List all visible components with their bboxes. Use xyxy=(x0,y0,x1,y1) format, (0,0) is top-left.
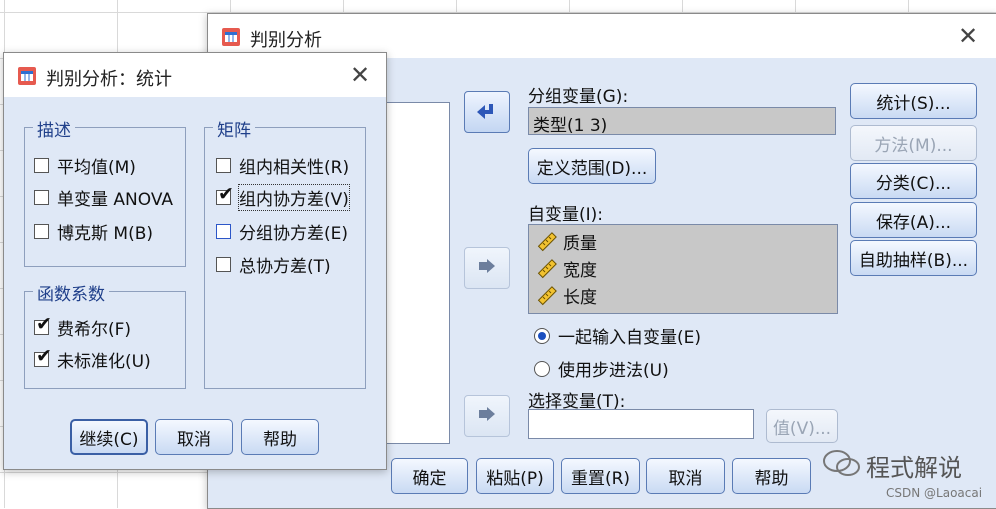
spss-dialog-icon xyxy=(222,28,240,46)
within-correlation-checkbox[interactable]: 组内相关性(R) xyxy=(216,153,349,178)
checkbox-icon: ✔ xyxy=(34,315,52,335)
paste-button[interactable]: 粘贴(P) xyxy=(476,458,554,494)
wechat-icon xyxy=(823,450,860,476)
coef-legend: 函数系数 xyxy=(33,280,109,305)
checkmark-icon: ✔ xyxy=(36,313,52,335)
separate-covariance-checkbox[interactable]: 分组协方差(E) xyxy=(216,219,348,244)
title-bar: 判别分析：统计 ✕ xyxy=(4,53,386,97)
total-covariance-checkbox[interactable]: 总协方差(T) xyxy=(216,252,331,277)
close-icon[interactable]: ✕ xyxy=(350,63,370,87)
arrow-left-icon xyxy=(477,104,493,119)
variable-name: 宽度 xyxy=(563,261,597,281)
dialog-title: 判别分析 xyxy=(250,30,322,51)
continue-button[interactable]: 继续(C) xyxy=(70,419,148,455)
bootstrap-button[interactable]: 自助抽样(B)... xyxy=(850,240,977,276)
stepwise-radio[interactable]: 使用步进法(U) xyxy=(534,356,669,381)
grouping-variable-value: 类型(1 3) xyxy=(533,116,608,136)
checkbox-icon xyxy=(216,224,231,239)
mean-label: 平均值(M) xyxy=(57,158,136,178)
statistics-dialog: 判别分析：统计 ✕ 描述 平均值(M) 单变量 ANOVA 博克斯 M(B) 函… xyxy=(3,52,387,470)
enter-together-radio[interactable]: 一起输入自变量(E) xyxy=(534,323,701,348)
save-button[interactable]: 保存(A)... xyxy=(850,202,977,238)
box-m-label: 博克斯 M(B) xyxy=(57,224,153,244)
variable-name: 长度 xyxy=(563,288,597,308)
ruler-scale-icon xyxy=(537,231,557,251)
unstandardized-checkbox[interactable]: ✔ 未标准化(U) xyxy=(34,347,151,372)
variable-name: 质量 xyxy=(563,234,597,254)
within-covariance-checkbox[interactable]: ✔ 组内协方差(V) xyxy=(216,184,350,211)
fisher-label: 费希尔(F) xyxy=(57,320,132,340)
close-icon[interactable]: ✕ xyxy=(958,24,978,48)
stepwise-label: 使用步进法(U) xyxy=(558,361,669,381)
within-covariance-label: 组内协方差(V) xyxy=(238,184,350,211)
move-independent-button[interactable] xyxy=(464,247,510,289)
help-button[interactable]: 帮助 xyxy=(241,419,319,455)
checkbox-icon: ✔ xyxy=(34,347,52,367)
independent-variables-label: 自变量(I): xyxy=(528,205,604,225)
independent-variables-list[interactable]: 质量 宽度 长度 xyxy=(528,224,838,314)
enter-together-label: 一起输入自变量(E) xyxy=(558,328,702,348)
radio-empty-icon xyxy=(534,360,550,377)
watermark-source: CSDN @Laoacai xyxy=(886,486,983,500)
arrow-right-icon xyxy=(479,259,495,273)
separate-covariance-label: 分组协方差(E) xyxy=(239,224,349,244)
cancel-button[interactable]: 取消 xyxy=(646,458,725,494)
watermark-brand: 程式解说 xyxy=(866,454,962,482)
unstandardized-label: 未标准化(U) xyxy=(57,352,151,372)
checkbox-icon xyxy=(34,224,49,239)
move-selection-button[interactable] xyxy=(464,395,510,437)
statistics-button[interactable]: 统计(S)... xyxy=(850,83,977,119)
univariate-anova-checkbox[interactable]: 单变量 ANOVA xyxy=(34,185,173,210)
arrow-right-icon xyxy=(479,407,495,421)
list-item[interactable]: 宽度 xyxy=(537,256,597,281)
box-m-checkbox[interactable]: 博克斯 M(B) xyxy=(34,219,153,244)
ruler-scale-icon xyxy=(537,285,557,305)
matrix-legend: 矩阵 xyxy=(213,116,255,141)
dialog-title: 判别分析：统计 xyxy=(46,69,172,90)
cancel-button[interactable]: 取消 xyxy=(155,419,233,455)
reset-button[interactable]: 重置(R) xyxy=(561,458,640,494)
classify-button[interactable]: 分类(C)... xyxy=(850,163,977,199)
watermark: 程式解说 CSDN @Laoacai xyxy=(822,448,992,506)
checkbox-icon: ✔ xyxy=(216,185,234,205)
value-button[interactable]: 值(V)... xyxy=(766,409,838,443)
spss-dialog-icon xyxy=(18,67,36,85)
checkmark-icon: ✔ xyxy=(218,183,234,205)
describe-legend: 描述 xyxy=(33,116,75,141)
define-range-button[interactable]: 定义范围(D)... xyxy=(528,148,656,184)
grouping-variable-field[interactable]: 类型(1 3) xyxy=(528,107,836,136)
mean-checkbox[interactable]: 平均值(M) xyxy=(34,153,136,178)
radio-selected-icon xyxy=(534,327,550,344)
fisher-checkbox[interactable]: ✔ 费希尔(F) xyxy=(34,315,131,340)
checkbox-icon xyxy=(216,257,231,272)
ruler-scale-icon xyxy=(537,258,557,278)
list-item[interactable]: 质量 xyxy=(537,229,597,254)
univariate-anova-label: 单变量 ANOVA xyxy=(57,190,174,210)
list-item[interactable]: 长度 xyxy=(537,283,597,308)
total-covariance-label: 总协方差(T) xyxy=(239,257,331,277)
method-button[interactable]: 方法(M)... xyxy=(850,125,977,161)
move-grouping-button[interactable] xyxy=(464,91,510,133)
checkbox-icon xyxy=(34,158,49,173)
checkbox-icon xyxy=(216,158,231,173)
checkbox-icon xyxy=(34,190,49,205)
help-button[interactable]: 帮助 xyxy=(732,458,811,494)
within-correlation-label: 组内相关性(R) xyxy=(239,158,350,178)
function-coefficients-group: 函数系数 xyxy=(24,280,186,389)
selection-variable-field[interactable] xyxy=(528,409,754,439)
checkmark-icon: ✔ xyxy=(36,345,52,367)
ok-button[interactable]: 确定 xyxy=(391,458,468,494)
source-variable-list[interactable] xyxy=(378,102,450,444)
grouping-variable-label: 分组变量(G): xyxy=(528,87,629,107)
